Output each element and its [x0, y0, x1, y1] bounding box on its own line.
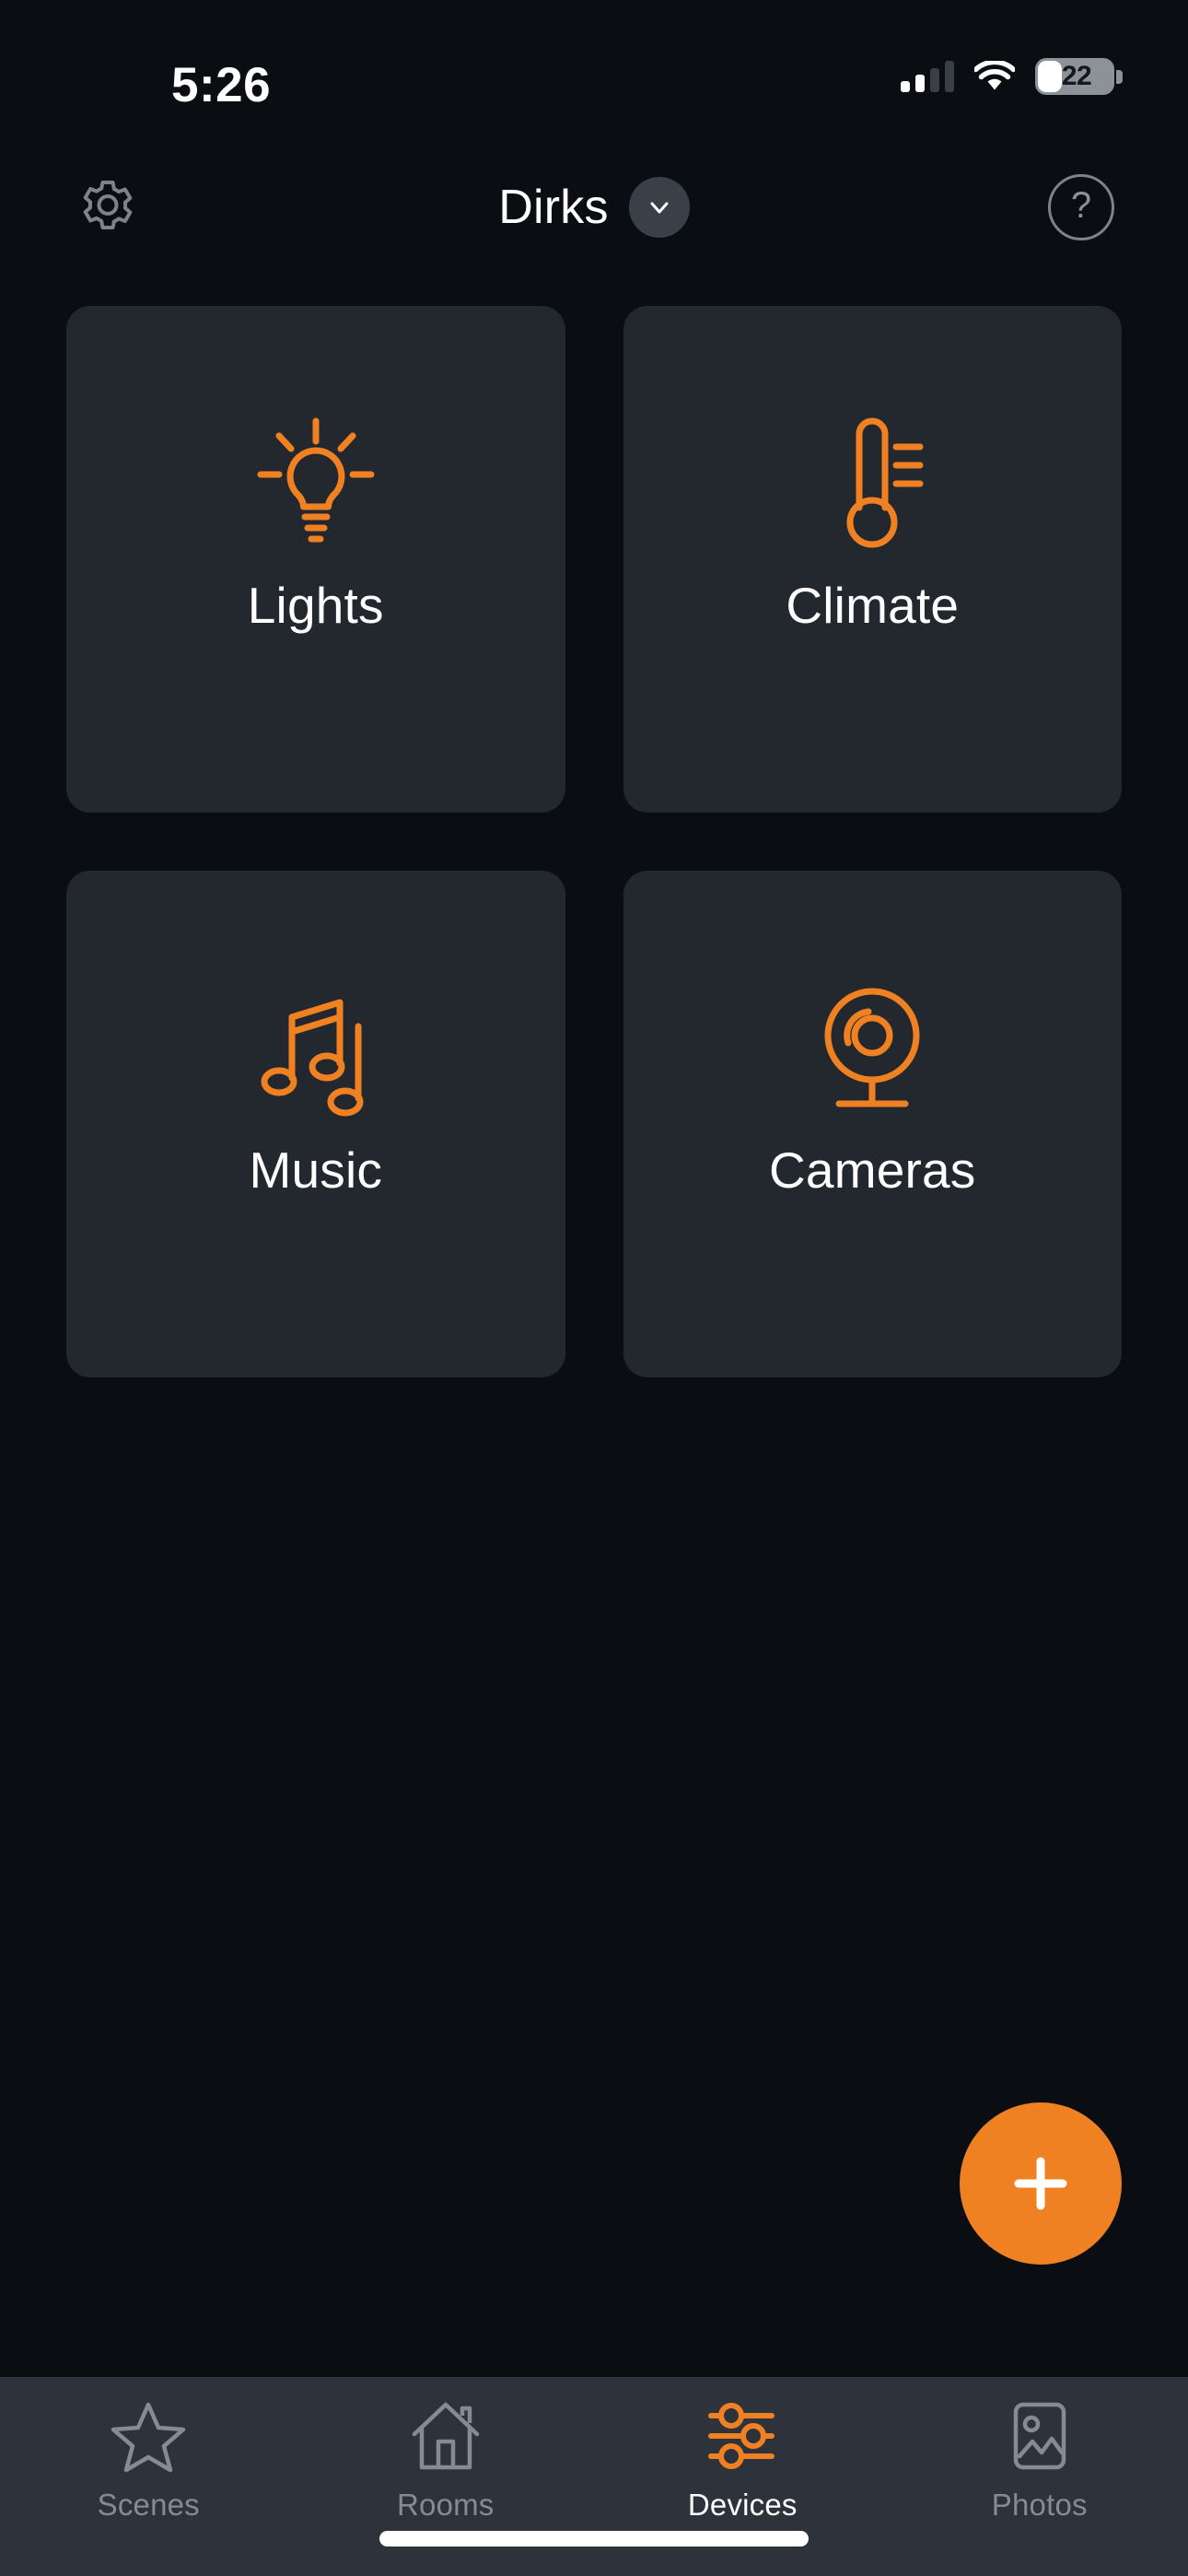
home-selector[interactable]: Dirks: [0, 177, 1188, 238]
page-title: Dirks: [498, 181, 609, 234]
status-bar-indicators: 22: [901, 58, 1123, 95]
tab-devices[interactable]: Devices: [594, 2397, 891, 2523]
help-button[interactable]: ?: [1048, 174, 1114, 240]
help-label: ?: [1070, 185, 1092, 226]
battery-icon: 22: [1035, 58, 1123, 95]
tab-label: Scenes: [97, 2488, 200, 2522]
tab-label: Photos: [991, 2488, 1088, 2522]
card-music[interactable]: Music: [66, 871, 565, 1377]
app-screen: 5:26 22 Dirks ? Lights Climate Music Cam…: [0, 0, 1188, 2576]
card-label: Cameras: [768, 1142, 976, 1199]
star-icon: [110, 2397, 187, 2475]
picture-icon: [1001, 2397, 1078, 2475]
card-cameras[interactable]: Cameras: [623, 871, 1122, 1377]
thermometer-icon: [808, 414, 937, 552]
home-dropdown-button[interactable]: [628, 177, 690, 238]
tab-photos[interactable]: Photos: [891, 2397, 1188, 2523]
device-category-grid: Lights Climate Music Cameras: [66, 306, 1122, 1377]
lightbulb-icon: [251, 414, 380, 552]
sliders-icon: [704, 2397, 781, 2475]
house-icon: [407, 2397, 484, 2475]
card-label: Climate: [786, 577, 960, 634]
app-header: Dirks ?: [0, 147, 1188, 267]
main-content: Lights Climate Music Cameras: [0, 267, 1188, 2377]
add-device-button[interactable]: [960, 2102, 1122, 2265]
status-bar-time: 5:26: [171, 58, 272, 112]
webcam-icon: [808, 978, 937, 1117]
tab-label: Devices: [687, 2488, 798, 2522]
card-label: Lights: [247, 577, 384, 634]
home-indicator: [379, 2531, 809, 2547]
music-note-icon: [251, 978, 380, 1117]
tab-rooms[interactable]: Rooms: [297, 2397, 595, 2523]
card-label: Music: [249, 1142, 383, 1199]
tab-scenes[interactable]: Scenes: [0, 2397, 297, 2523]
chevron-down-icon: [650, 202, 669, 214]
status-bar: 5:26 22: [0, 0, 1188, 147]
card-lights[interactable]: Lights: [66, 306, 565, 813]
battery-level: 22: [1061, 61, 1092, 91]
wifi-icon: [974, 61, 1015, 90]
plus-icon: [1014, 2157, 1067, 2210]
tab-label: Rooms: [396, 2488, 495, 2522]
card-climate[interactable]: Climate: [623, 306, 1122, 813]
cellular-signal-icon: [901, 61, 954, 92]
